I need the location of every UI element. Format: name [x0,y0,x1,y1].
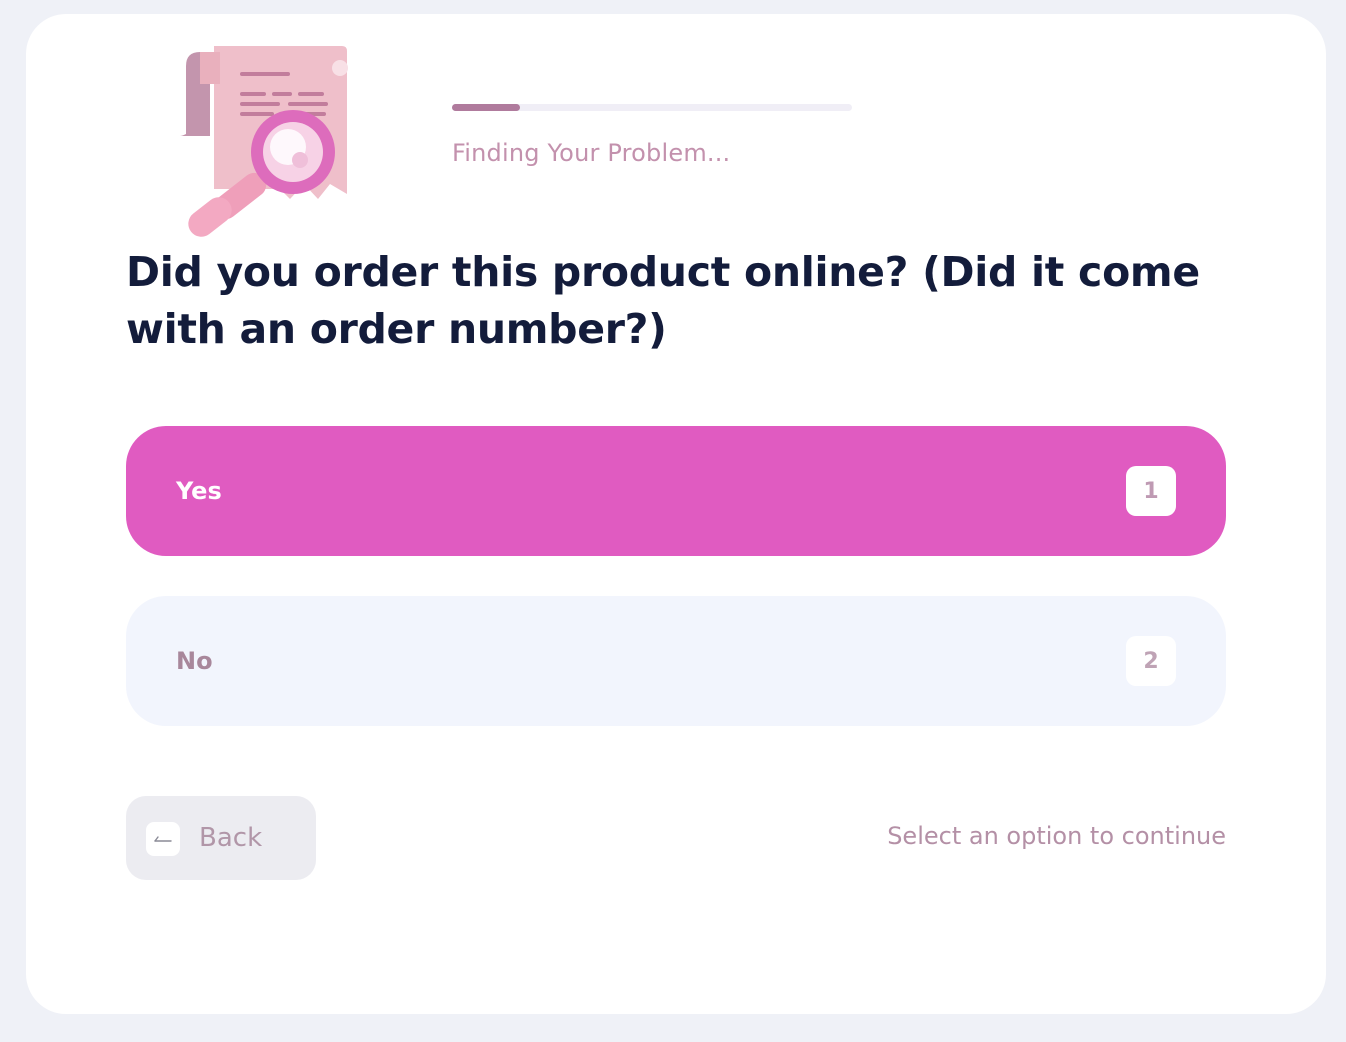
option-label: Yes [176,477,222,505]
option-label: No [176,647,213,675]
option-shortcut-key: 2 [1126,636,1176,686]
progress-bar [452,104,852,111]
question-heading: Did you order this product online? (Did … [126,248,1200,353]
continue-hint: Select an option to continue [887,822,1226,850]
back-button[interactable]: Back [126,796,316,880]
back-button-label: Back [199,823,263,853]
progress-bar-fill [452,104,520,111]
receipt-magnifier-icon [180,44,360,239]
option-shortcut-key: 1 [1126,466,1176,516]
progress-status-text: Finding Your Problem... [452,139,731,167]
arrow-left-icon [146,822,180,856]
option-yes[interactable]: Yes 1 [126,426,1226,556]
option-no[interactable]: No 2 [126,596,1226,726]
quiz-card: Finding Your Problem... Did you order th… [26,14,1326,1014]
